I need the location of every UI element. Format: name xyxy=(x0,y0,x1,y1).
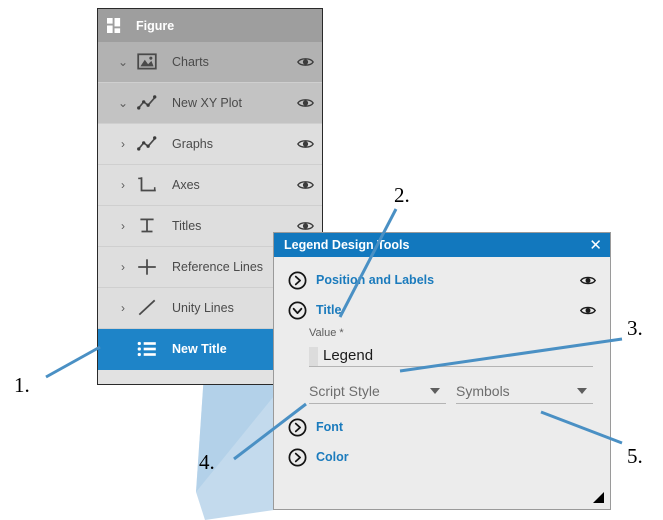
value-field-caption: Value * xyxy=(309,327,344,339)
tree-header: Figure xyxy=(98,9,322,42)
eye-icon xyxy=(580,306,596,314)
unity-line-icon xyxy=(138,299,156,316)
callout-5: 5. xyxy=(627,444,643,468)
tree-item-label: New Title xyxy=(172,342,227,356)
visibility-toggle-new-xy-plot[interactable] xyxy=(288,97,322,109)
symbols-dropdown-label: Symbols xyxy=(456,383,510,399)
value-input-text: Legend xyxy=(323,347,374,364)
xy-plot-icon xyxy=(137,95,157,110)
section-label: Color xyxy=(316,450,349,464)
script-style-dropdown-label: Script Style xyxy=(309,383,380,399)
eye-icon xyxy=(296,181,314,189)
chevron-down-icon xyxy=(577,388,587,394)
section-label: Title xyxy=(316,303,342,317)
callout-1: 1. xyxy=(14,373,30,397)
tree-header-title: Figure xyxy=(136,18,175,33)
tree-item-axes[interactable]: › Axes xyxy=(98,165,322,206)
callout-3: 3. xyxy=(627,316,643,340)
tree-item-label: Axes xyxy=(172,178,200,192)
value-prefix-swatch xyxy=(309,347,318,366)
chevron-down-icon[interactable]: ⌄ xyxy=(112,56,134,68)
eye-icon xyxy=(296,58,314,66)
dropdown-row: Script Style Symbols xyxy=(309,379,596,404)
lower-sections: Font Color xyxy=(288,412,596,472)
visibility-toggle-position-and-labels[interactable] xyxy=(574,275,596,286)
tree-item-charts[interactable]: ⌄ Charts xyxy=(98,42,322,83)
visibility-toggle-graphs[interactable] xyxy=(288,138,322,150)
chevron-right-icon[interactable] xyxy=(288,271,307,290)
tree-item-label: Reference Lines xyxy=(172,260,264,274)
script-style-dropdown[interactable]: Script Style xyxy=(309,379,446,404)
tree-item-label: Charts xyxy=(172,55,209,69)
section-label: Position and Labels xyxy=(316,273,435,287)
section-title[interactable]: Title xyxy=(288,295,596,325)
callout-2: 2. xyxy=(394,183,410,207)
reference-line-icon xyxy=(138,259,156,275)
close-icon[interactable]: ✕ xyxy=(589,238,602,253)
axes-icon xyxy=(138,177,156,192)
tree-item-label: New XY Plot xyxy=(172,96,242,110)
image-chart-icon xyxy=(137,53,157,70)
tree-item-label: Titles xyxy=(172,219,202,233)
section-font[interactable]: Font xyxy=(288,412,596,442)
tree-item-label: Unity Lines xyxy=(172,301,234,315)
chevron-right-icon[interactable] xyxy=(288,448,307,467)
callout-4: 4. xyxy=(199,450,215,474)
eye-icon xyxy=(296,99,314,107)
visibility-toggle-charts[interactable] xyxy=(288,56,322,68)
section-position-and-labels[interactable]: Position and Labels xyxy=(288,265,596,295)
chevron-down-icon xyxy=(430,388,440,394)
value-field-block: Value * Legend xyxy=(309,327,596,367)
dialog-title-bar[interactable]: Legend Design Tools ✕ xyxy=(274,233,610,257)
tree-item-graphs[interactable]: › Graphs xyxy=(98,124,322,165)
dialog-body: Position and Labels Title Value * Legend… xyxy=(274,257,610,509)
value-input[interactable]: Legend xyxy=(309,340,593,367)
chevron-right-icon[interactable]: › xyxy=(112,138,134,150)
chevron-right-icon[interactable]: › xyxy=(112,302,134,314)
eye-icon xyxy=(296,140,314,148)
tree-item-label: Graphs xyxy=(172,137,213,151)
chevron-right-icon[interactable]: › xyxy=(112,261,134,273)
eye-icon xyxy=(296,222,314,230)
chevron-down-icon[interactable]: ⌄ xyxy=(112,97,134,109)
dialog-title: Legend Design Tools xyxy=(284,238,410,252)
eye-icon xyxy=(580,276,596,284)
section-color[interactable]: Color xyxy=(288,442,596,472)
section-label: Font xyxy=(316,420,344,434)
legend-design-tools-dialog: Legend Design Tools ✕ Position and Label… xyxy=(273,232,611,510)
chevron-down-icon[interactable] xyxy=(288,301,307,320)
visibility-toggle-titles[interactable] xyxy=(288,220,322,232)
tree-item-new-xy-plot[interactable]: ⌄ New XY Plot xyxy=(98,83,322,124)
xy-plot-icon xyxy=(137,136,157,151)
title-t-icon xyxy=(140,218,154,233)
resize-grip-icon[interactable] xyxy=(593,492,604,503)
chevron-right-icon[interactable]: › xyxy=(112,220,134,232)
visibility-toggle-title[interactable] xyxy=(574,305,596,316)
chevron-right-icon[interactable]: › xyxy=(112,179,134,191)
chevron-right-icon[interactable] xyxy=(288,418,307,437)
visibility-toggle-axes[interactable] xyxy=(288,179,322,191)
symbols-dropdown[interactable]: Symbols xyxy=(456,379,593,404)
list-lines-icon xyxy=(137,341,156,357)
grid-squares-icon xyxy=(107,18,121,33)
